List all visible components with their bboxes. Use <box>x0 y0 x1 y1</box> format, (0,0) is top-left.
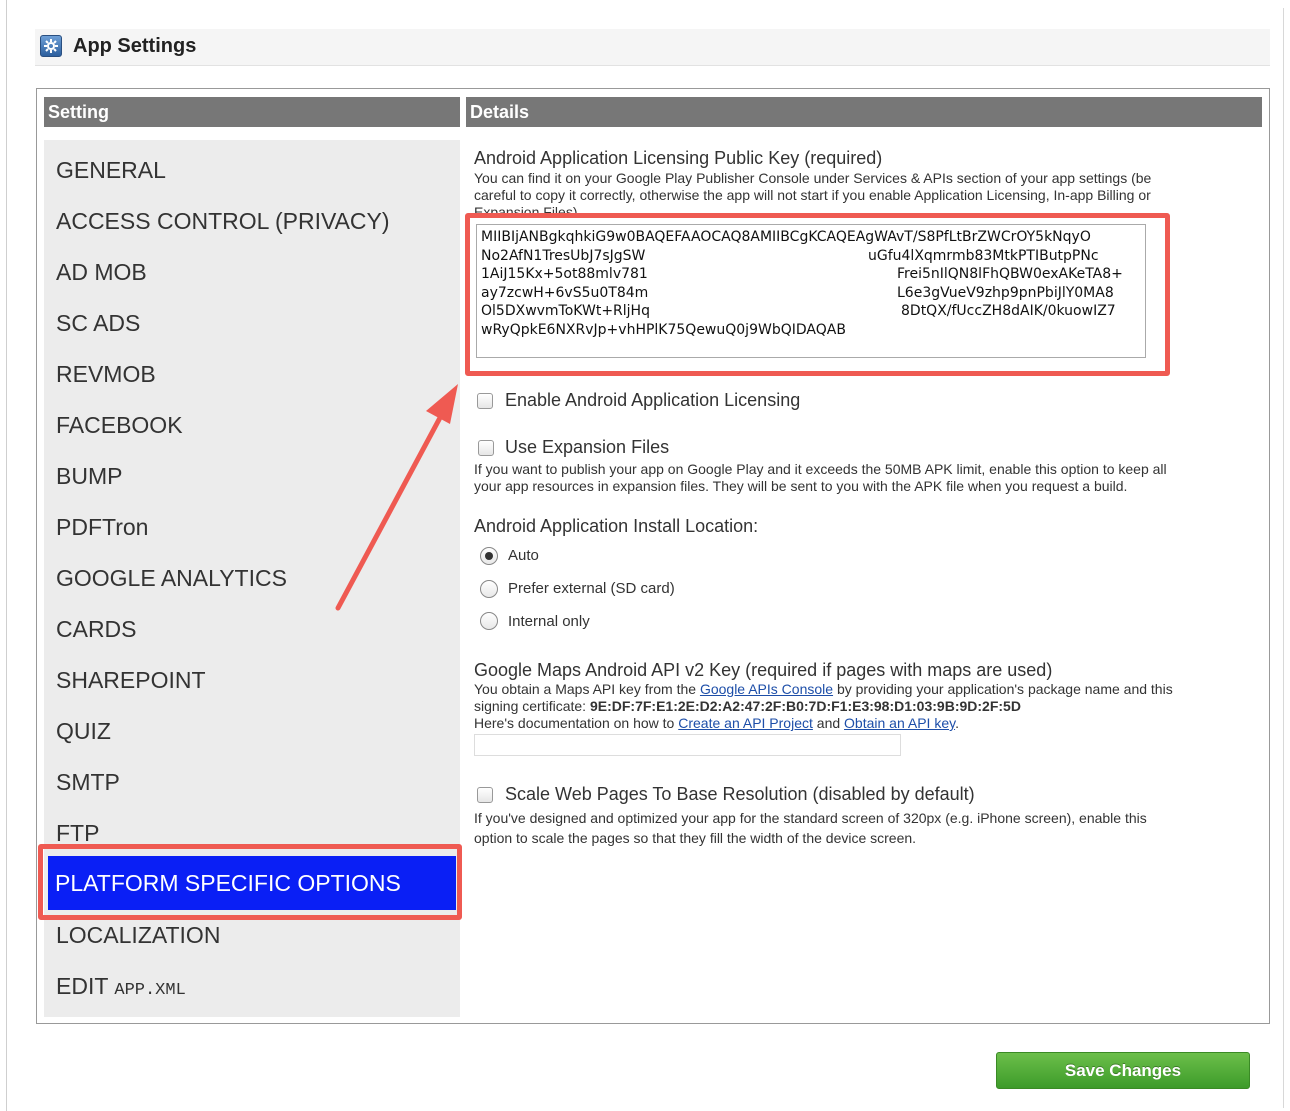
sidebar-item-sharepoint[interactable]: SHAREPOINT <box>56 665 206 695</box>
licensing-key-help: You can find it on your Google Play Publ… <box>474 170 1244 214</box>
expansion-files-help-line2: your app resources in expansion files. T… <box>474 478 1128 494</box>
sidebar-item-access-control[interactable]: ACCESS CONTROL (PRIVACY) <box>56 206 390 236</box>
create-api-project-link[interactable]: Create an API Project <box>678 715 813 731</box>
highlight-key-box <box>465 213 1170 376</box>
scale-pages-label: Scale Web Pages To Base Resolution (disa… <box>505 784 975 804</box>
maps-key-help-line3: Here's documentation on how to Create an… <box>474 715 1264 732</box>
maps-help-text: . <box>955 715 959 731</box>
install-internal-radio[interactable] <box>480 612 498 630</box>
window-border-left <box>6 0 7 1111</box>
maps-help-text: and <box>816 715 841 731</box>
sidebar-item-ad-mob[interactable]: AD MOB <box>56 257 147 287</box>
expansion-files-checkbox[interactable] <box>478 440 494 456</box>
maps-key-help-line2: signing certificate: 9E:DF:7F:E1:2E:D2:A… <box>474 698 1264 715</box>
edit-label: EDIT <box>56 973 108 999</box>
install-location-title: Android Application Install Location: <box>474 516 759 536</box>
sidebar-item-general[interactable]: GENERAL <box>56 155 166 185</box>
sidebar-item-localization[interactable]: LOCALIZATION <box>56 920 220 950</box>
setting-column-header: Setting <box>44 97 460 127</box>
scale-pages-help-line2: option to scale the pages so that they f… <box>474 830 917 846</box>
radio-selected-dot <box>485 552 493 560</box>
expansion-files-help-line1: If you want to publish your app on Googl… <box>474 461 1167 477</box>
page-header: App Settings <box>35 29 1270 66</box>
licensing-key-title: Android Application Licensing Public Key… <box>474 148 883 168</box>
obtain-api-key-link[interactable]: Obtain an API key <box>844 715 955 731</box>
maps-api-key-input[interactable] <box>474 734 901 756</box>
google-apis-console-link[interactable]: Google APIs Console <box>700 681 833 697</box>
install-external-radio[interactable] <box>480 580 498 598</box>
edit-file-label: APP.XML <box>114 981 186 1000</box>
expansion-files-help: If you want to publish your app on Googl… <box>474 461 1244 495</box>
sidebar-item-smtp[interactable]: SMTP <box>56 767 120 797</box>
install-external-label: Prefer external (SD card) <box>508 580 675 597</box>
scale-pages-help: If you've designed and optimized your ap… <box>474 808 1244 848</box>
maps-key-title: Google Maps Android API v2 Key (required… <box>474 660 1053 680</box>
maps-key-help: You obtain a Maps API key from the Googl… <box>474 681 1264 732</box>
sidebar-item-quiz[interactable]: QUIZ <box>56 716 111 746</box>
sidebar-item-sc-ads[interactable]: SC ADS <box>56 308 140 338</box>
install-auto-label: Auto <box>508 547 539 564</box>
sidebar-item-bump[interactable]: BUMP <box>56 461 122 491</box>
sidebar-item-facebook[interactable]: FACEBOOK <box>56 410 183 440</box>
page-title: App Settings <box>73 35 197 57</box>
licensing-key-help-line2: careful to copy it correctly, otherwise … <box>474 187 1151 203</box>
scale-pages-checkbox[interactable] <box>477 787 493 803</box>
sidebar-item-pdftron[interactable]: PDFTron <box>56 512 148 542</box>
signing-certificate: 9E:DF:7F:E1:2E:D2:A2:47:2F:B0:7D:F1:E3:9… <box>589 698 1021 714</box>
highlight-active-item <box>38 844 462 920</box>
maps-help-text: by providing your application's package … <box>836 681 1173 697</box>
sidebar-item-edit-app-xml[interactable]: EDIT APP.XML <box>56 971 186 1006</box>
settings-gear-icon <box>40 35 62 57</box>
maps-key-help-line1: You obtain a Maps API key from the Googl… <box>474 681 1264 698</box>
maps-help-text: Here's documentation on how to <box>474 715 675 731</box>
details-column-header: Details <box>466 97 1262 127</box>
enable-licensing-label: Enable Android Application Licensing <box>505 390 801 410</box>
window-border-right <box>1283 8 1284 1108</box>
save-changes-button[interactable]: Save Changes <box>996 1052 1250 1089</box>
maps-help-text: signing certificate: <box>474 698 587 714</box>
install-internal-label: Internal only <box>508 613 590 630</box>
enable-licensing-checkbox[interactable] <box>477 393 493 409</box>
maps-help-text: You obtain a Maps API key from the <box>474 681 697 697</box>
sidebar-item-cards[interactable]: CARDS <box>56 614 137 644</box>
expansion-files-label: Use Expansion Files <box>505 437 670 457</box>
install-auto-radio[interactable] <box>480 547 498 565</box>
sidebar-item-revmob[interactable]: REVMOB <box>56 359 156 389</box>
sidebar-item-google-analytics[interactable]: GOOGLE ANALYTICS <box>56 563 287 593</box>
licensing-key-help-line1: You can find it on your Google Play Publ… <box>474 170 1152 186</box>
scale-pages-help-line1: If you've designed and optimized your ap… <box>474 810 1147 826</box>
